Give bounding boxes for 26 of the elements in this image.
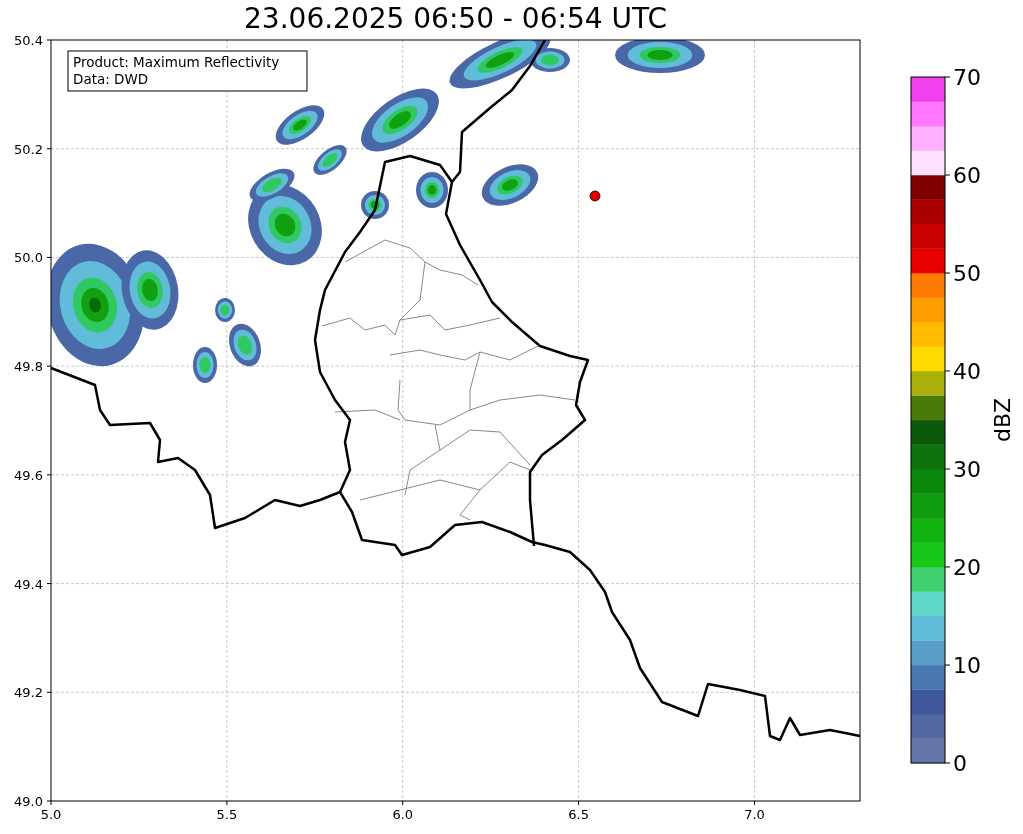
x-tick-label: 5.5 bbox=[216, 807, 238, 822]
x-tick-label: 7.0 bbox=[744, 807, 765, 822]
colorbar-tick-label: 10 bbox=[953, 653, 981, 678]
y-tick-label: 50.4 bbox=[14, 33, 43, 48]
x-tick-label: 6.0 bbox=[392, 807, 414, 822]
location-marker bbox=[589, 190, 601, 202]
y-tick-label: 49.8 bbox=[14, 359, 43, 375]
colorbar-tick-label: 0 bbox=[953, 751, 967, 776]
colorbar-label: dBZ bbox=[990, 397, 1015, 443]
legend-text: Data: DWD bbox=[73, 71, 149, 87]
colorbar-tick-label: 40 bbox=[953, 359, 981, 384]
y-tick-label: 49.4 bbox=[14, 576, 43, 592]
colorbar-tick-label: 50 bbox=[953, 261, 981, 286]
x-tick-label: 5.0 bbox=[40, 807, 62, 822]
y-tick-label: 49.2 bbox=[14, 685, 43, 701]
y-tick-label: 50.2 bbox=[14, 141, 43, 157]
x-tick-label: 6.5 bbox=[568, 807, 589, 822]
colorbar-tick-label: 70 bbox=[953, 65, 981, 90]
y-tick-label: 50.0 bbox=[14, 250, 43, 266]
y-tick-label: 49.6 bbox=[14, 467, 43, 483]
colorbar-tick-label: 60 bbox=[953, 163, 981, 188]
chart-title: 23.06.2025 06:50 - 06:54 UTC bbox=[243, 1, 668, 32]
colorbar-tick-label: 30 bbox=[953, 457, 981, 482]
colorbar-tick-label: 20 bbox=[953, 555, 981, 580]
y-tick-label: 49.0 bbox=[14, 794, 43, 809]
legend-text: Product: Maximum Reflectivity bbox=[73, 54, 280, 70]
